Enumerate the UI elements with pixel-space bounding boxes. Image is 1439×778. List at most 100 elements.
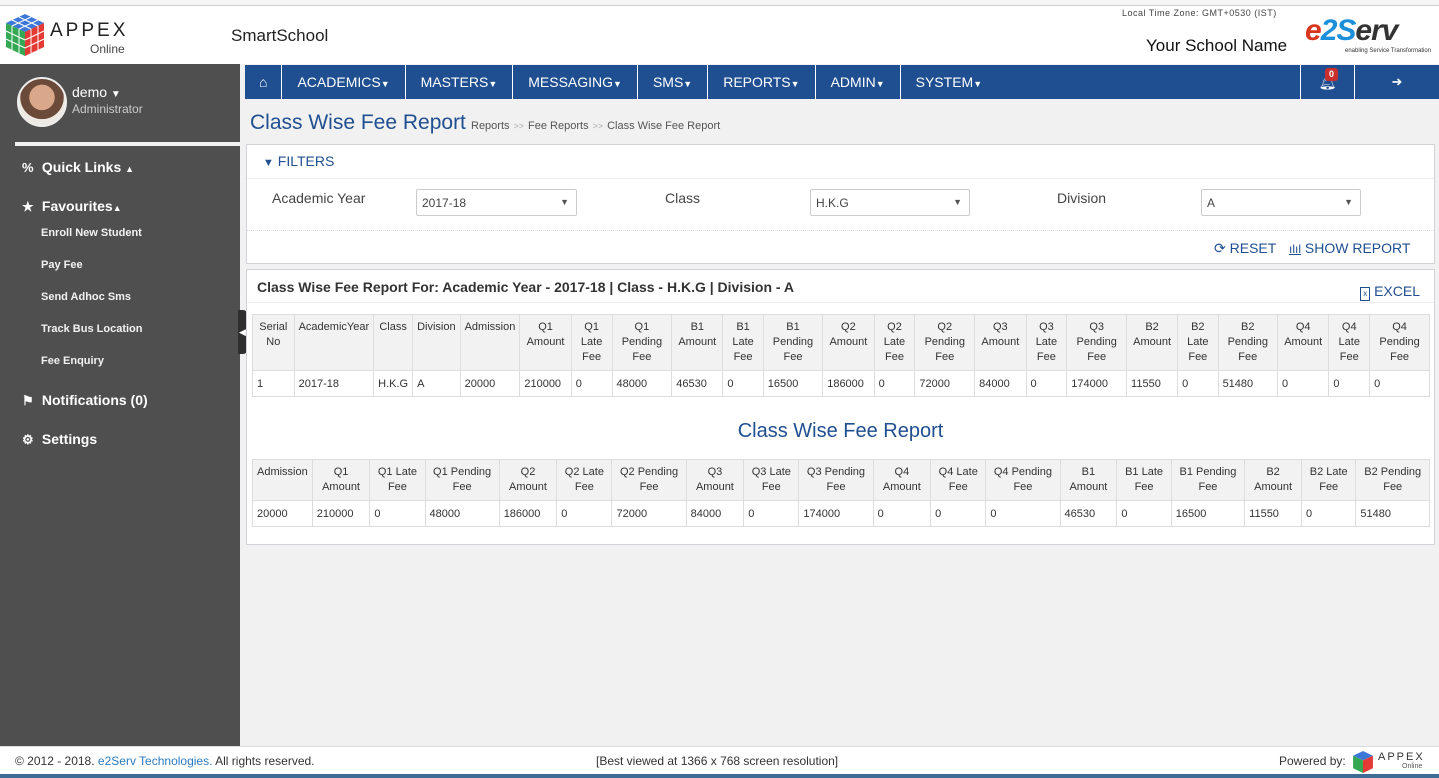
resolution-note: [Best viewed at 1366 x 768 screen resolu…: [596, 754, 839, 768]
favourite-track-bus-location[interactable]: Track Bus Location: [41, 323, 142, 335]
table-cell: 210000: [519, 370, 572, 397]
user-name-dropdown[interactable]: demo ▼: [72, 84, 121, 100]
breadcrumb-reports[interactable]: Reports: [471, 120, 510, 132]
column-header: Q2 Pending Fee: [611, 459, 687, 501]
table-cell: 48000: [424, 500, 500, 527]
notifications-label: Notifications (0): [41, 392, 148, 408]
column-header: Q1 Late Fee: [369, 459, 426, 501]
nav-messaging[interactable]: MESSAGING▼: [513, 65, 638, 99]
powered-by-label: Powered by:: [1279, 754, 1346, 768]
division-label: Division: [1057, 190, 1107, 206]
caret-down-icon: ▼: [790, 79, 800, 89]
user-profile[interactable]: demo ▼ Administrator: [0, 64, 240, 142]
academic-year-label: Academic Year: [272, 190, 366, 206]
page-title: Class Wise Fee Report: [250, 111, 466, 134]
table-header-row: Serial No AcademicYear Class Division Admiss…: [252, 314, 1430, 371]
table-cell: 0: [872, 500, 932, 527]
table-cell: 51480: [1217, 370, 1278, 397]
nav-masters[interactable]: MASTERS▼: [406, 65, 514, 99]
column-header: Q3 Late Fee: [743, 459, 800, 501]
home-icon: ⌂: [259, 74, 268, 90]
caret-down-icon: ▼: [973, 79, 983, 89]
column-header: Q3 Amount: [685, 459, 745, 501]
gears-icon: ⚙: [22, 432, 34, 447]
nav-system[interactable]: SYSTEM▼: [901, 65, 998, 99]
filters-divider: [247, 230, 1434, 231]
table-cell: 0: [570, 370, 613, 397]
column-header: Q3 Pending Fee: [1066, 314, 1128, 371]
column-header: B1 Amount: [1059, 459, 1118, 501]
sidebar-item-settings[interactable]: ⚙ Settings: [22, 431, 97, 448]
table-cell: 1: [252, 370, 295, 397]
report-divider: [247, 302, 1434, 303]
column-header: Q2 Amount: [498, 459, 558, 501]
table-cell: 51480: [1355, 500, 1430, 527]
table-cell: 0: [722, 370, 764, 397]
reset-button[interactable]: ⟳ RESET: [1214, 240, 1276, 257]
flag-icon: ⚑: [22, 393, 34, 408]
favourite-send-adhoc-sms[interactable]: Send Adhoc Sms: [41, 291, 131, 303]
nav-label: ADMIN: [830, 74, 876, 90]
breadcrumb-fee-reports[interactable]: Fee Reports: [528, 120, 589, 132]
nav-label: MESSAGING: [528, 74, 614, 90]
reset-label: RESET: [1229, 240, 1277, 256]
sidebar-item-quick-links[interactable]: % Quick Links ▲: [22, 159, 134, 175]
notifications-button[interactable]: 🔔︎ 0: [1300, 65, 1354, 99]
nav-academics[interactable]: ACADEMICS▼: [282, 65, 406, 99]
excel-file-icon: x: [1360, 287, 1371, 301]
column-header: Q1 Amount: [311, 459, 371, 501]
column-header: B1 Pending Fee: [1170, 459, 1246, 501]
brand-erv: erv: [1355, 14, 1398, 47]
table-cell: 46530: [671, 370, 724, 397]
nav-home[interactable]: ⌂: [245, 65, 283, 99]
excel-export-button[interactable]: x EXCEL: [1360, 283, 1420, 301]
class-value: H.K.G: [816, 196, 849, 210]
show-report-button[interactable]: ılıl SHOW REPORT: [1289, 240, 1410, 256]
logout-button[interactable]: ➜: [1354, 65, 1439, 99]
sidebar-item-favourites[interactable]: ★ Favourites▲: [22, 198, 122, 215]
column-header: Division: [412, 314, 461, 371]
brand-2s: 2S: [1320, 14, 1357, 47]
table-cell: A: [412, 370, 461, 397]
table-cell: 72000: [914, 370, 976, 397]
table-cell: 0: [1025, 370, 1068, 397]
nav-label: ACADEMICS: [297, 74, 381, 90]
division-select[interactable]: A ▼: [1201, 189, 1361, 216]
breadcrumb-separator: >>: [513, 121, 525, 131]
caret-left-icon: ◀: [239, 327, 246, 337]
nav-reports[interactable]: REPORTS▼: [708, 65, 816, 99]
powered-logo-text: APPEX: [1378, 751, 1425, 763]
user-role: Administrator: [72, 102, 143, 116]
academic-year-select[interactable]: 2017-18 ▼: [416, 189, 577, 216]
table-header-row: Admission Q1 Amount Q1 Late Fee Q1 Pending …: [252, 459, 1430, 501]
caret-down-icon: ▼: [683, 79, 693, 89]
column-header: Q2 Pending Fee: [914, 314, 976, 371]
column-header: B2 Pending Fee: [1217, 314, 1278, 371]
breadcrumb: Reports >> Fee Reports >> Class Wise Fee Rep…: [471, 120, 720, 132]
favourite-pay-fee[interactable]: Pay Fee: [41, 259, 83, 271]
cube-logo-icon: [1353, 751, 1373, 773]
filters-header[interactable]: ▼ FILTERS: [247, 145, 1434, 179]
favourites-label: Favourites: [41, 198, 113, 214]
favourite-fee-enquiry[interactable]: Fee Enquiry: [41, 355, 104, 367]
caret-down-icon: ▼: [380, 79, 390, 89]
column-header: B2 Late Fee: [1177, 314, 1219, 371]
table-cell: 48000: [611, 370, 673, 397]
appex-logo[interactable]: APPEX Online: [4, 12, 144, 62]
timezone-label: Local Time Zone: GMT+0530 (IST): [1122, 8, 1277, 18]
favourite-enroll-new-student[interactable]: Enroll New Student: [41, 227, 142, 239]
nav-admin[interactable]: ADMIN▼: [816, 65, 901, 99]
quick-links-label: Quick Links: [41, 159, 122, 175]
app-header: APPEX Online SmartSchool Local Time Zone…: [0, 6, 1439, 64]
class-select[interactable]: H.K.G ▼: [810, 189, 970, 216]
company-link[interactable]: e2Serv Technologies.: [98, 754, 213, 768]
column-header: B1 Amount: [671, 314, 724, 371]
caret-down-icon: ▼: [613, 79, 622, 89]
column-header: Q3 Amount: [974, 314, 1027, 371]
column-header: Q4 Amount: [872, 459, 932, 501]
sidebar-item-notifications[interactable]: ⚑ Notifications (0): [22, 392, 148, 409]
column-header: Q3 Pending Fee: [798, 459, 874, 501]
caret-down-icon: ▼: [875, 79, 885, 89]
table-row: 1 2017-18 H.K.G A 20000 210000 0 48000 46530 0 165…: [252, 370, 1430, 397]
nav-sms[interactable]: SMS▼: [638, 65, 709, 99]
